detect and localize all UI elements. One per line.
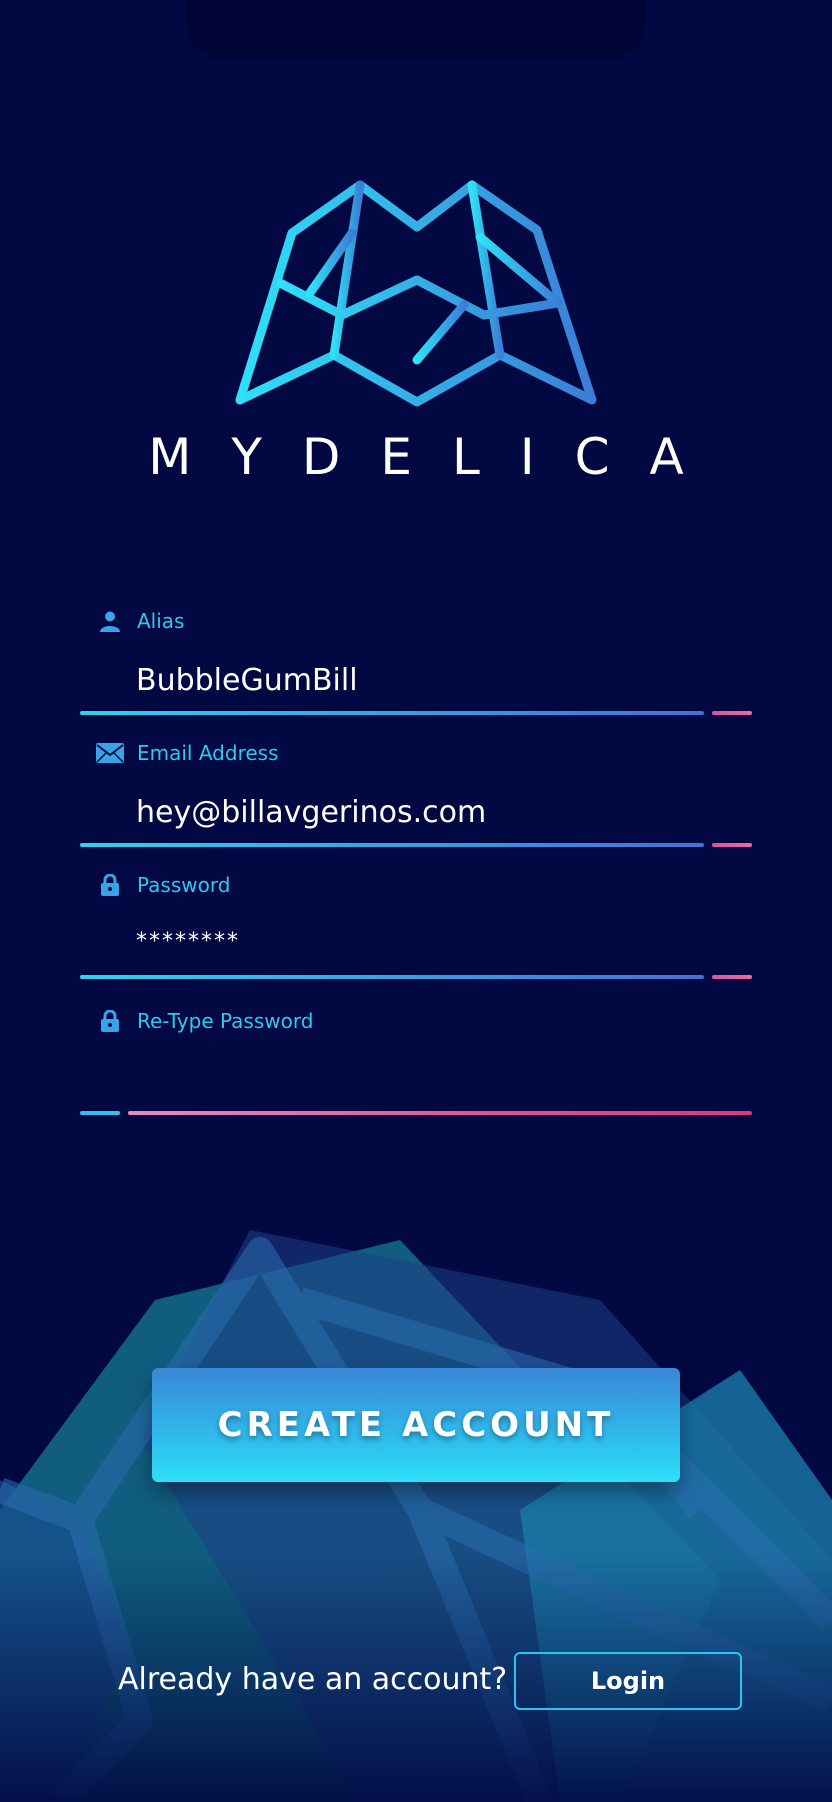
login-button[interactable]: Login — [514, 1652, 742, 1710]
alias-input[interactable] — [136, 660, 696, 700]
password-underline — [80, 975, 704, 979]
retype-password-input[interactable] — [136, 1060, 696, 1100]
envelope-icon — [95, 740, 125, 766]
lock-icon — [95, 872, 125, 898]
password-label: Password — [137, 873, 231, 897]
brand-title: MYDELICA — [148, 428, 724, 486]
alias-label: Alias — [137, 609, 185, 633]
password-field-group: Password ******** — [80, 844, 752, 979]
retype-password-underline-error — [128, 1111, 752, 1115]
retype-password-label: Re-Type Password — [137, 1009, 314, 1033]
alias-field-group: Alias — [80, 580, 752, 715]
retype-password-field-group: Re-Type Password — [80, 980, 752, 1115]
already-have-account-text: Already have an account? — [118, 1662, 508, 1697]
email-input[interactable] — [136, 792, 696, 832]
retype-password-underline — [80, 1111, 120, 1115]
email-label: Email Address — [137, 741, 279, 765]
password-underline-accent — [712, 975, 752, 979]
user-icon — [95, 608, 125, 634]
email-field-group: Email Address — [80, 712, 752, 847]
password-input[interactable]: ******** — [136, 929, 696, 969]
create-account-button[interactable]: CREATE ACCOUNT — [152, 1368, 680, 1482]
lock-icon — [95, 1008, 125, 1034]
status-notch — [186, 0, 646, 60]
mydelica-logo-icon — [235, 180, 597, 407]
